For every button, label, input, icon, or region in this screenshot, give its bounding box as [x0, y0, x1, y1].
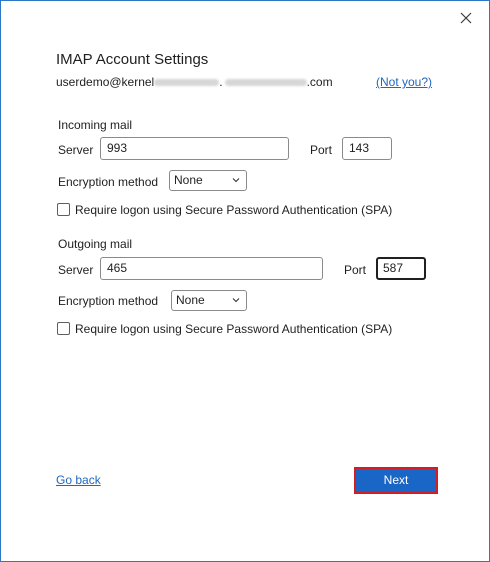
account-email-prefix: userdemo@kernel [56, 75, 155, 89]
outgoing-encryption-select[interactable]: None [171, 290, 247, 311]
outgoing-port-input[interactable]: 587 [376, 257, 426, 280]
incoming-encryption-label: Encryption method [58, 175, 159, 189]
chevron-down-icon [232, 178, 240, 183]
imap-settings-dialog: IMAP Account Settings userdemo@kernel. .c… [0, 0, 490, 562]
incoming-server-input[interactable]: 993 [100, 137, 289, 160]
go-back-link[interactable]: Go back [56, 473, 101, 487]
redacted-text [224, 79, 307, 87]
account-email: userdemo@kernel. .com [56, 75, 333, 89]
incoming-spa-checkbox[interactable] [57, 203, 70, 216]
outgoing-mail-heading: Outgoing mail [58, 237, 133, 251]
incoming-mail-heading: Incoming mail [58, 118, 133, 132]
incoming-server-label: Server [58, 143, 94, 157]
outgoing-encryption-label: Encryption method [58, 294, 159, 308]
not-you-link[interactable]: (Not you?) [376, 75, 432, 89]
incoming-port-label: Port [310, 143, 333, 157]
incoming-encryption-value: None [174, 173, 203, 187]
outgoing-encryption-value: None [176, 293, 205, 307]
outgoing-spa-label[interactable]: Require logon using Secure Password Auth… [75, 322, 392, 336]
incoming-encryption-select[interactable]: None [169, 170, 247, 191]
incoming-port-input[interactable]: 143 [342, 137, 392, 160]
account-email-suffix: .com [306, 75, 333, 89]
close-button[interactable] [457, 9, 475, 27]
outgoing-port-label: Port [344, 263, 367, 277]
outgoing-server-input[interactable]: 465 [100, 257, 323, 280]
outgoing-server-label: Server [58, 263, 94, 277]
next-button[interactable]: Next [354, 467, 438, 494]
chevron-down-icon [232, 298, 240, 303]
incoming-spa-label[interactable]: Require logon using Secure Password Auth… [75, 203, 392, 217]
outgoing-spa-checkbox[interactable] [57, 322, 70, 335]
dialog-title: IMAP Account Settings [56, 51, 209, 68]
account-email-dot: . [219, 75, 223, 89]
close-icon [460, 12, 472, 24]
redacted-text [154, 79, 220, 87]
